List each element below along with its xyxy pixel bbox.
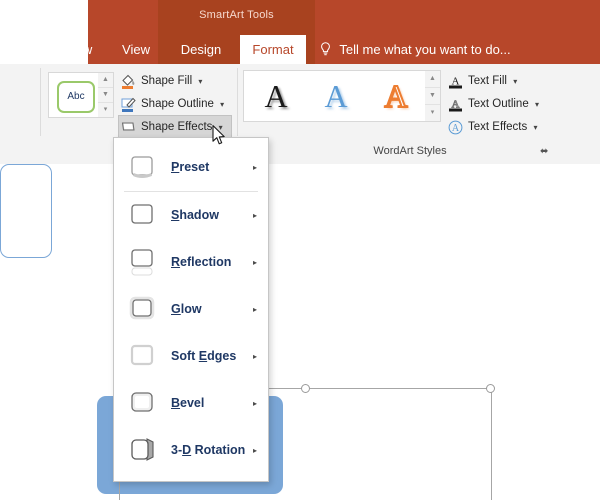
submenu-arrow-icon: ▸	[252, 399, 257, 408]
shape-fill-button[interactable]: Shape Fill ▾	[119, 70, 231, 93]
shape-gallery-scroll-down[interactable]: ▼	[98, 88, 113, 103]
selection-handle-top-center[interactable]	[301, 384, 310, 393]
menu-item-3d-rotation[interactable]: 3-D Rotation ▸	[114, 427, 268, 474]
shape-style-thumbnail[interactable]: Abc	[57, 81, 95, 113]
submenu-arrow-icon: ▸	[252, 211, 257, 220]
text-effects-caret[interactable]: ▾	[533, 123, 537, 132]
wordart-sample-1[interactable]: A	[246, 73, 306, 119]
menu-item-glow-label: Glow	[171, 302, 202, 316]
tab-view[interactable]: View	[110, 35, 162, 64]
shape-effects-button[interactable]: Shape Effects ▾	[118, 115, 232, 140]
submenu-arrow-icon: ▸	[252, 163, 257, 172]
menu-item-3d-rotation-label: 3-D Rotation	[171, 443, 246, 457]
shape-gallery-more[interactable]: ▾	[98, 103, 113, 117]
shape-fill-caret[interactable]: ▾	[198, 77, 202, 86]
slide-canvas[interactable]: unica	[0, 164, 600, 500]
shape-outline-label: Shape Outline	[141, 98, 214, 110]
svg-text:A: A	[452, 123, 460, 134]
tab-review[interactable]: Review	[40, 35, 102, 64]
wordart-sample-3[interactable]: A	[366, 73, 426, 119]
wordart-gallery-more[interactable]: ▾	[425, 105, 440, 121]
menu-item-reflection[interactable]: Reflection ▸	[114, 239, 268, 286]
wordart-gallery-scroll-down[interactable]: ▼	[425, 88, 440, 105]
menu-item-glow[interactable]: Glow ▸	[114, 286, 268, 333]
shape-gallery-scroll-up[interactable]: ▲	[98, 73, 113, 88]
text-fill-caret[interactable]: ▾	[513, 77, 517, 86]
text-effects-icon: A	[447, 119, 464, 136]
menu-item-shadow[interactable]: Shadow ▸	[114, 192, 268, 239]
reflection-effect-icon	[128, 248, 157, 277]
submenu-arrow-icon: ▸	[252, 352, 257, 361]
wordart-styles-gallery[interactable]: A A A	[243, 70, 427, 122]
tab-design[interactable]: Design	[170, 35, 232, 64]
wordart-dialog-launcher[interactable]: ⬌	[540, 146, 552, 158]
submenu-arrow-icon: ▸	[252, 258, 257, 267]
selection-handle-top-right[interactable]	[486, 384, 495, 393]
text-outline-caret[interactable]: ▾	[535, 100, 539, 109]
shape-outline-caret[interactable]: ▾	[220, 100, 224, 109]
text-fill-icon: A	[447, 73, 464, 90]
preset-effect-icon	[128, 153, 157, 182]
shape-effects-label: Shape Effects	[141, 121, 213, 133]
menu-item-bevel[interactable]: Bevel ▸	[114, 380, 268, 427]
shape-fill-label: Shape Fill	[141, 75, 193, 87]
shape-styles-gallery[interactable]: Abc	[48, 72, 100, 118]
text-fill-label: Text Fill	[468, 75, 507, 87]
wordart-styles-group-label: WordArt Styles	[373, 145, 447, 157]
powerpoint-window: SmartArt Tools Review View Design Format…	[0, 0, 600, 500]
smartart-shape-blue-outline[interactable]	[0, 164, 52, 258]
menu-item-bevel-label: Bevel	[171, 396, 205, 410]
shape-effects-caret[interactable]: ▾	[219, 123, 223, 132]
group-separator-left	[40, 68, 41, 136]
submenu-arrow-icon: ▸	[252, 446, 257, 455]
rotation-effect-icon	[128, 436, 157, 465]
bevel-effect-icon	[128, 389, 157, 418]
menu-item-preset-label: Preset	[171, 160, 210, 174]
contextual-tab-group-title: SmartArt Tools	[199, 9, 274, 21]
menu-item-soft-edges-label: Soft Edges	[171, 349, 237, 363]
tab-format[interactable]: Format	[240, 35, 306, 64]
group-separator-middle	[237, 68, 238, 136]
menu-item-preset[interactable]: Preset ▸	[114, 144, 268, 191]
ribbon-tab-bar: SmartArt Tools Review View Design Format…	[0, 0, 600, 64]
text-outline-button[interactable]: A Text Outline ▾	[446, 93, 556, 116]
shape-effects-menu[interactable]: Preset ▸ Shadow ▸ Reflection ▸ Glow ▸ So…	[113, 137, 269, 482]
text-outline-label: Text Outline	[468, 98, 529, 110]
shape-gallery-scrollbar[interactable]: ▲ ▼ ▾	[98, 72, 114, 118]
tell-me-label: Tell me what you want to do...	[339, 42, 511, 57]
tell-me-search[interactable]: Tell me what you want to do...	[320, 35, 511, 64]
wordart-sample-2[interactable]: A	[306, 73, 366, 119]
shape-effects-icon	[120, 119, 137, 136]
text-commands-column: A Text Fill ▾ A Text Outline ▾ A Text Ef…	[446, 70, 556, 139]
text-effects-button[interactable]: A Text Effects ▾	[446, 116, 556, 139]
shape-style-thumbnail-label: Abc	[67, 91, 85, 102]
text-fill-button[interactable]: A Text Fill ▾	[446, 70, 556, 93]
soft-edges-effect-icon	[128, 342, 157, 371]
submenu-arrow-icon: ▸	[252, 305, 257, 314]
menu-item-soft-edges[interactable]: Soft Edges ▸	[114, 333, 268, 380]
text-outline-icon: A	[447, 96, 464, 113]
shape-outline-button[interactable]: Shape Outline ▾	[119, 93, 231, 116]
shape-fill-icon	[120, 73, 137, 90]
lightbulb-icon	[320, 37, 331, 66]
menu-item-reflection-label: Reflection	[171, 255, 232, 269]
text-effects-label: Text Effects	[468, 121, 528, 133]
ribbon-group-label-strip	[0, 136, 600, 164]
menu-item-shadow-label: Shadow	[171, 208, 219, 222]
wordart-gallery-scrollbar[interactable]: ▲ ▼ ▾	[425, 70, 441, 122]
shadow-effect-icon	[128, 201, 157, 230]
glow-effect-icon	[128, 295, 157, 324]
shape-commands-column: Shape Fill ▾ Shape Outline ▾ Shape Effec…	[118, 70, 232, 140]
shape-outline-icon	[120, 96, 137, 113]
wordart-gallery-scroll-up[interactable]: ▲	[425, 71, 440, 88]
